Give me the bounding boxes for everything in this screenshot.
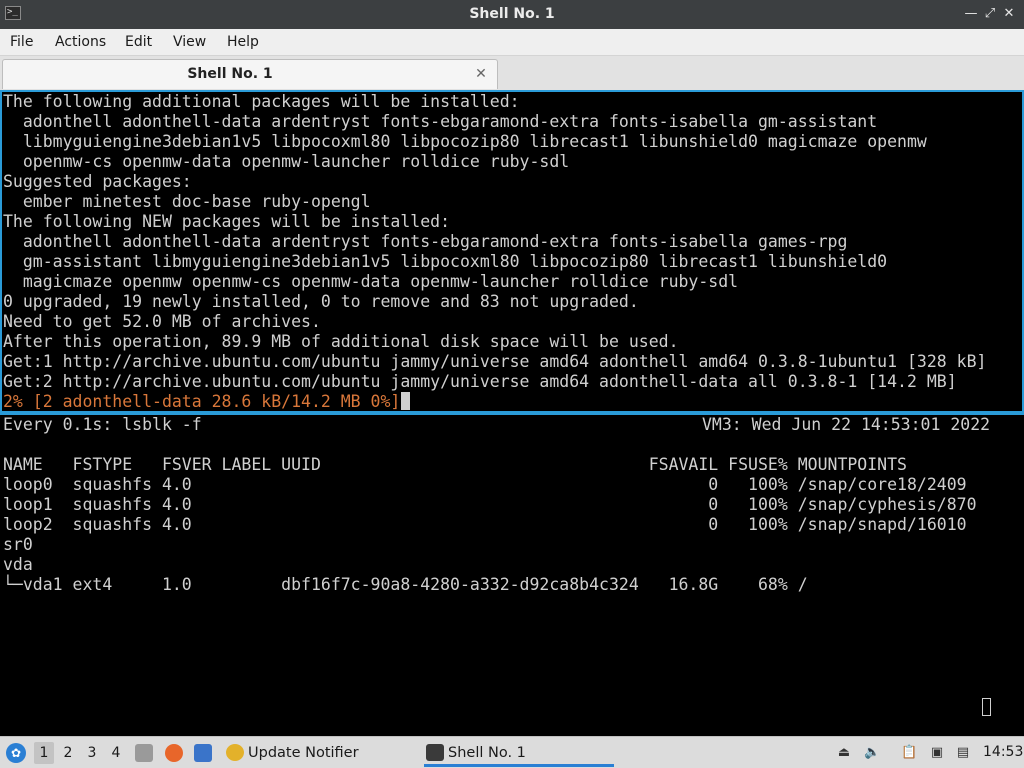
tab-label: Shell No. 1 bbox=[187, 66, 273, 82]
tab-shell-1[interactable]: Shell No. 1 ✕ bbox=[2, 59, 498, 89]
text-cursor bbox=[401, 392, 411, 410]
task-label: Shell No. 1 bbox=[448, 745, 526, 761]
clock[interactable]: 14:53 bbox=[983, 737, 1023, 768]
workspace-2[interactable]: 2 bbox=[58, 742, 78, 764]
file-manager-icon[interactable] bbox=[135, 744, 153, 762]
download-progress: 2% [2 adonthell-data 28.6 kB/14.2 MB 0%] bbox=[3, 392, 401, 411]
watch-header: Every 0.1s: lsblk -f VM3: Wed Jun 22 14:… bbox=[0, 415, 1024, 435]
clipboard-icon[interactable]: 📋 bbox=[901, 745, 917, 761]
terminal-line: The following additional packages will b… bbox=[3, 92, 520, 111]
close-icon[interactable]: ✕ bbox=[1001, 6, 1017, 22]
menu-view[interactable]: View bbox=[173, 29, 206, 55]
terminal-icon bbox=[426, 744, 444, 761]
task-update-notifier[interactable]: Update Notifier bbox=[224, 739, 414, 767]
watch-host-time: VM3: Wed Jun 22 14:53:01 2022 bbox=[702, 415, 991, 434]
lsblk-row: sr0 bbox=[3, 535, 33, 554]
lsblk-row: vda bbox=[3, 555, 33, 574]
workspace-3[interactable]: 3 bbox=[82, 742, 102, 764]
menu-bar: File Actions Edit View Help bbox=[0, 29, 1024, 56]
terminal-line: gm-assistant libmyguiengine3debian1v5 li… bbox=[3, 252, 888, 271]
progress-line: 2% [2 adonthell-data 28.6 kB/14.2 MB 0%] bbox=[2, 392, 1022, 411]
tab-close-icon[interactable]: ✕ bbox=[473, 66, 489, 82]
terminal-line: After this operation, 89.9 MB of additio… bbox=[3, 332, 679, 351]
firefox-icon[interactable] bbox=[165, 744, 183, 762]
start-menu-icon[interactable]: ✿ bbox=[6, 743, 26, 763]
menu-help[interactable]: Help bbox=[227, 29, 259, 55]
desktop-icon[interactable] bbox=[194, 744, 212, 762]
terminal-line: adonthell adonthell-data ardentryst font… bbox=[3, 112, 878, 131]
lsblk-row: loop1 squashfs 4.0 0 100% /snap/cyphesis… bbox=[3, 495, 977, 514]
terminal-line: Get:1 http://archive.ubuntu.com/ubuntu j… bbox=[3, 352, 987, 371]
watch-command: Every 0.1s: lsblk -f bbox=[3, 415, 202, 434]
task-label: Update Notifier bbox=[248, 745, 359, 761]
terminal-line: Get:2 http://archive.ubuntu.com/ubuntu j… bbox=[3, 372, 957, 391]
terminal-line: openmw-cs openmw-data openmw-launcher ro… bbox=[3, 152, 570, 171]
menu-edit[interactable]: Edit bbox=[125, 29, 152, 55]
terminal-cursor bbox=[982, 698, 991, 716]
menu-file[interactable]: File bbox=[10, 29, 33, 55]
eject-icon[interactable]: ⏏ bbox=[836, 745, 852, 761]
lsblk-header: NAME FSTYPE FSVER LABEL UUID FSAVAIL FSU… bbox=[3, 455, 907, 474]
terminal-line: The following NEW packages will be insta… bbox=[3, 212, 451, 231]
lsblk-row: loop2 squashfs 4.0 0 100% /snap/snapd/16… bbox=[3, 515, 967, 534]
taskbar: ✿ 1 2 3 4 Update Notifier Shell No. 1 ⏏ … bbox=[0, 736, 1024, 768]
network-icon[interactable]: ▤ bbox=[955, 745, 971, 761]
terminal-pane-top[interactable]: The following additional packages will b… bbox=[0, 90, 1024, 413]
terminal-pane-bottom[interactable]: Every 0.1s: lsblk -f VM3: Wed Jun 22 14:… bbox=[0, 413, 1024, 736]
terminal-line: magicmaze openmw openmw-cs openmw-data o… bbox=[3, 272, 739, 291]
maximize-icon[interactable]: ⤢ bbox=[982, 6, 998, 22]
lsblk-row: └─vda1 ext4 1.0 dbf16f7c-90a8-4280-a332-… bbox=[3, 575, 808, 594]
workspace-1[interactable]: 1 bbox=[34, 742, 54, 764]
workspace-4[interactable]: 4 bbox=[106, 742, 126, 764]
terminal-line: Suggested packages: bbox=[3, 172, 192, 191]
window-titlebar[interactable]: >_ Shell No. 1 — ⤢ ✕ bbox=[0, 0, 1024, 29]
volume-icon[interactable]: 🔈 bbox=[864, 745, 880, 761]
menu-actions[interactable]: Actions bbox=[55, 29, 106, 55]
task-shell-1[interactable]: Shell No. 1 bbox=[424, 739, 614, 767]
lsblk-row: loop0 squashfs 4.0 0 100% /snap/core18/2… bbox=[3, 475, 967, 494]
tab-bar: Shell No. 1 ✕ bbox=[0, 56, 1024, 90]
display-icon[interactable]: ▣ bbox=[929, 745, 945, 761]
terminal-line: ember minetest doc-base ruby-opengl bbox=[3, 192, 371, 211]
minimize-icon[interactable]: — bbox=[963, 6, 979, 22]
terminal-line: libmyguiengine3debian1v5 libpocoxml80 li… bbox=[3, 132, 927, 151]
terminal-line: adonthell adonthell-data ardentryst font… bbox=[3, 232, 848, 251]
window-title: Shell No. 1 bbox=[469, 6, 555, 22]
terminal-line: Need to get 52.0 MB of archives. bbox=[3, 312, 321, 331]
update-notifier-icon bbox=[226, 744, 244, 761]
terminal-line: 0 upgraded, 19 newly installed, 0 to rem… bbox=[3, 292, 639, 311]
